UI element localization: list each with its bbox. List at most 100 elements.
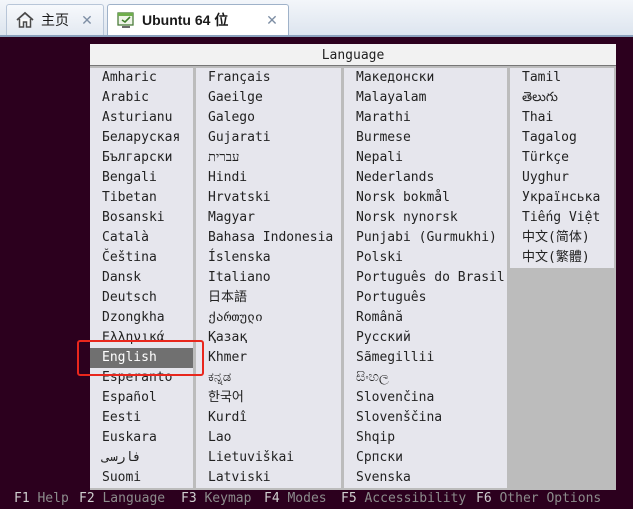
language-option[interactable]: Shqip [344, 428, 507, 448]
fkey-f3[interactable]: F3 Keymap [181, 489, 251, 509]
language-option[interactable]: Polski [344, 248, 507, 268]
dialog-title: Language [90, 44, 616, 66]
fkey-key: F6 [476, 491, 492, 506]
language-option[interactable]: Sãmegillii [344, 348, 507, 368]
language-column-2: Français Gaeilge Galego Gujarati עברית Hindi H… [196, 68, 341, 488]
language-option[interactable]: Español [90, 388, 193, 408]
language-option[interactable]: Bahasa Indonesia [196, 228, 341, 248]
close-icon[interactable]: ✕ [79, 12, 95, 28]
fkey-f6[interactable]: F6 Other Options [476, 489, 601, 509]
language-option[interactable]: Gaeilge [196, 88, 341, 108]
language-option[interactable]: Thai [510, 108, 614, 128]
language-option[interactable]: Català [90, 228, 193, 248]
language-option[interactable]: Français [196, 68, 341, 88]
language-column-3: Македонски Malayalam Marathi Burmese Nepali N… [344, 68, 507, 488]
language-option[interactable]: తెలుగు [510, 88, 614, 108]
language-option[interactable]: Punjabi (Gurmukhi) [344, 228, 507, 248]
language-option[interactable]: Türkçe [510, 148, 614, 168]
language-option[interactable]: Eesti [90, 408, 193, 428]
language-option[interactable]: Қазақ [196, 328, 341, 348]
language-option[interactable]: Português [344, 288, 507, 308]
fkey-action: Help [37, 491, 69, 506]
language-option[interactable]: Nederlands [344, 168, 507, 188]
language-option[interactable]: Marathi [344, 108, 507, 128]
fkey-f2[interactable]: F2 Language [79, 489, 165, 509]
language-option[interactable]: Bosanski [90, 208, 193, 228]
language-option[interactable]: Slovenčina [344, 388, 507, 408]
fkey-key: F1 [14, 491, 30, 506]
language-option[interactable]: Deutsch [90, 288, 193, 308]
fkey-action: Accessibility [364, 491, 467, 506]
language-option[interactable]: Dzongkha [90, 308, 193, 328]
language-option[interactable]: Hindi [196, 168, 341, 188]
language-option[interactable]: Amharic [90, 68, 193, 88]
language-option[interactable]: Italiano [196, 268, 341, 288]
language-option[interactable]: Română [344, 308, 507, 328]
language-option[interactable]: Українська [510, 188, 614, 208]
language-option[interactable]: Tiếng Việt [510, 208, 614, 228]
close-icon[interactable]: ✕ [264, 12, 280, 28]
language-option[interactable]: 한국어 [196, 388, 341, 408]
annotation-highlight-box [77, 340, 204, 376]
language-option[interactable]: Khmer [196, 348, 341, 368]
language-option[interactable]: Burmese [344, 128, 507, 148]
fkey-f5[interactable]: F5 Accessibility [341, 489, 466, 509]
language-option[interactable]: Magyar [196, 208, 341, 228]
language-option[interactable]: Беларуская [90, 128, 193, 148]
language-option[interactable]: עברית [196, 148, 341, 168]
language-option[interactable]: Asturianu [90, 108, 193, 128]
language-option[interactable]: Dansk [90, 268, 193, 288]
language-option[interactable]: Suomi [90, 468, 193, 488]
language-column-4: Tamil తెలుగు Thai Tagalog Türkçe Uyghur Україн… [510, 68, 614, 268]
language-option[interactable]: Tibetan [90, 188, 193, 208]
language-option[interactable]: Kurdî [196, 408, 341, 428]
tab-home-label: 主页 [41, 12, 69, 28]
language-option[interactable]: Gujarati [196, 128, 341, 148]
fkey-key: F4 [264, 491, 280, 506]
language-option[interactable]: ಕನ್ನಡ [196, 368, 341, 388]
fkey-key: F2 [79, 491, 95, 506]
language-option[interactable]: Bengali [90, 168, 193, 188]
language-option[interactable]: Português do Brasil [344, 268, 507, 288]
language-option[interactable]: 中文(简体) [510, 228, 614, 248]
tab-ubuntu-label: Ubuntu 64 位 [142, 12, 229, 28]
tab-home[interactable]: 主页 ✕ [6, 4, 104, 35]
language-option[interactable]: Lietuviškai [196, 448, 341, 468]
fkey-f1[interactable]: F1 Help [14, 489, 69, 509]
language-option[interactable]: Tamil [510, 68, 614, 88]
language-option[interactable]: Македонски [344, 68, 507, 88]
vm-icon [117, 12, 134, 28]
language-option[interactable]: فارسی [90, 448, 193, 468]
language-option[interactable]: Tagalog [510, 128, 614, 148]
language-option[interactable]: ქართული [196, 308, 341, 328]
fkey-action: Language [102, 491, 166, 506]
language-option[interactable]: Uyghur [510, 168, 614, 188]
language-option[interactable]: Српски [344, 448, 507, 468]
language-option[interactable]: Русский [344, 328, 507, 348]
language-option[interactable]: Nepali [344, 148, 507, 168]
language-option[interactable]: සිංහල [344, 368, 507, 388]
language-option[interactable]: Svenska [344, 468, 507, 488]
language-option[interactable]: 日本語 [196, 288, 341, 308]
language-option[interactable]: Slovenščina [344, 408, 507, 428]
language-option[interactable]: Arabic [90, 88, 193, 108]
language-option[interactable]: Hrvatski [196, 188, 341, 208]
fkey-key: F3 [181, 491, 197, 506]
language-option[interactable]: Norsk bokmål [344, 188, 507, 208]
tab-ubuntu-vm[interactable]: Ubuntu 64 位 ✕ [107, 4, 289, 35]
tab-bar: 主页 ✕ Ubuntu 64 位 ✕ [0, 0, 633, 37]
fkey-action: Other Options [499, 491, 602, 506]
language-option[interactable]: Български [90, 148, 193, 168]
language-option[interactable]: Norsk nynorsk [344, 208, 507, 228]
fkey-f4[interactable]: F4 Modes [264, 489, 327, 509]
language-option[interactable]: Euskara [90, 428, 193, 448]
fkey-key: F5 [341, 491, 357, 506]
language-option[interactable]: Íslenska [196, 248, 341, 268]
language-option[interactable]: 中文(繁體) [510, 248, 614, 268]
fkey-action: Keymap [204, 491, 252, 506]
language-option[interactable]: Čeština [90, 248, 193, 268]
language-option[interactable]: Malayalam [344, 88, 507, 108]
language-option[interactable]: Latviski [196, 468, 341, 488]
language-option[interactable]: Galego [196, 108, 341, 128]
language-option[interactable]: Lao [196, 428, 341, 448]
